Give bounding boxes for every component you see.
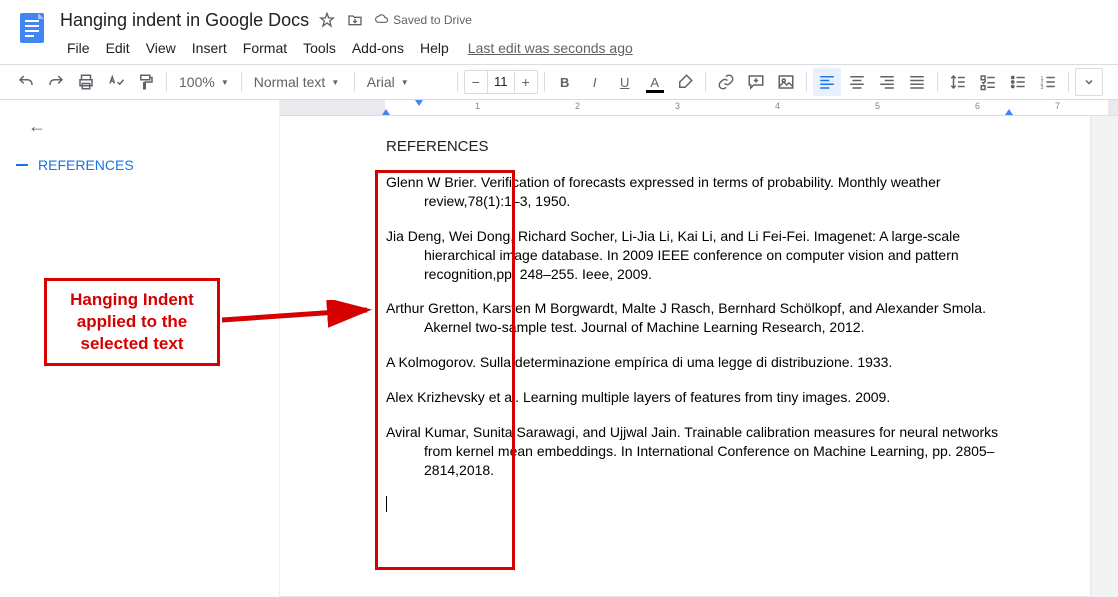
paint-format-button[interactable] <box>132 68 160 96</box>
toolbar-separator <box>457 72 458 92</box>
zoom-dropdown[interactable]: 100%▼ <box>173 68 235 96</box>
reference-entry: Arthur Gretton, Karsten M Borgwardt, Mal… <box>386 299 1018 337</box>
menu-file[interactable]: File <box>60 36 97 60</box>
align-left-button[interactable] <box>813 68 841 96</box>
reference-entry: Alex Krizhevsky et al. Learning multiple… <box>386 388 1018 407</box>
font-size-decrease-button[interactable]: − <box>465 74 487 90</box>
menu-addons[interactable]: Add-ons <box>345 36 411 60</box>
reference-entry: Jia Deng, Wei Dong, Richard Socher, Li-J… <box>386 227 1018 284</box>
document-page[interactable]: REFERENCES Glenn W Brier. Verification o… <box>280 116 1090 596</box>
toolbar-separator <box>166 72 167 92</box>
outline-item-references[interactable]: REFERENCES <box>16 151 263 179</box>
font-size-value[interactable]: 11 <box>487 71 515 93</box>
ruler-number: 5 <box>875 101 880 111</box>
menu-tools[interactable]: Tools <box>296 36 343 60</box>
print-button[interactable] <box>72 68 100 96</box>
font-size-increase-button[interactable]: + <box>515 74 537 90</box>
toolbar-separator <box>705 72 706 92</box>
line-spacing-button[interactable] <box>944 68 972 96</box>
move-folder-icon[interactable] <box>347 12 363 28</box>
ruler-number: 4 <box>775 101 780 111</box>
numbered-list-button[interactable]: 123 <box>1034 68 1062 96</box>
first-line-indent-marker-icon[interactable] <box>415 100 423 106</box>
ruler-number: 2 <box>575 101 580 111</box>
app-header: Hanging indent in Google Docs Saved to D… <box>0 0 1118 64</box>
horizontal-ruler[interactable]: 1 2 3 4 5 6 7 <box>280 100 1118 116</box>
more-tools-button[interactable] <box>1075 68 1103 96</box>
callout-text: Hanging Indent <box>53 289 211 311</box>
toolbar-separator <box>241 72 242 92</box>
callout-text: selected text <box>53 333 211 355</box>
ruler-number: 3 <box>675 101 680 111</box>
toolbar-separator <box>544 72 545 92</box>
star-icon[interactable] <box>319 12 335 28</box>
ruler-number: 6 <box>975 101 980 111</box>
left-indent-marker-icon[interactable] <box>382 109 390 115</box>
style-dropdown[interactable]: Normal text▼ <box>248 68 348 96</box>
toolbar-separator <box>937 72 938 92</box>
reference-entry: Aviral Kumar, Sunita Sarawagi, and Ujjwa… <box>386 423 1018 480</box>
document-area: 1 2 3 4 5 6 7 REFERENCES Glenn W Brier. … <box>280 100 1118 597</box>
align-center-button[interactable] <box>843 68 871 96</box>
menu-insert[interactable]: Insert <box>185 36 234 60</box>
menu-format[interactable]: Format <box>236 36 294 60</box>
font-dropdown[interactable]: Arial▼ <box>361 68 451 96</box>
reference-entry: Glenn W Brier. Verification of forecasts… <box>386 173 1018 211</box>
docs-logo-icon[interactable] <box>12 8 52 48</box>
ruler-number: 7 <box>1055 101 1060 111</box>
title-block: Hanging indent in Google Docs Saved to D… <box>60 8 1106 62</box>
callout-text: applied to the <box>53 311 211 333</box>
align-justify-button[interactable] <box>903 68 931 96</box>
outline-item-label: REFERENCES <box>38 157 134 173</box>
redo-button[interactable] <box>42 68 70 96</box>
align-right-button[interactable] <box>873 68 901 96</box>
outline-back-button[interactable]: ← <box>28 116 263 137</box>
right-indent-marker-icon[interactable] <box>1005 109 1013 115</box>
add-comment-button[interactable] <box>742 68 770 96</box>
bold-button[interactable]: B <box>551 68 579 96</box>
text-cursor <box>386 496 1018 513</box>
heading-references: REFERENCES <box>386 138 1018 155</box>
font-size-control: − 11 + <box>464 70 538 94</box>
last-edit-link[interactable]: Last edit was seconds ago <box>468 40 633 56</box>
highlight-button[interactable] <box>671 68 699 96</box>
text-color-button[interactable]: A <box>641 68 669 96</box>
document-title[interactable]: Hanging indent in Google Docs <box>60 10 309 31</box>
menu-view[interactable]: View <box>139 36 183 60</box>
italic-button[interactable]: I <box>581 68 609 96</box>
ruler-number: 1 <box>475 101 480 111</box>
toolbar-separator <box>354 72 355 92</box>
toolbar-separator <box>1068 72 1069 92</box>
toolbar: 100%▼ Normal text▼ Arial▼ − 11 + B I U A… <box>0 64 1118 100</box>
toolbar-separator <box>806 72 807 92</box>
insert-image-button[interactable] <box>772 68 800 96</box>
saved-to-drive-label: Saved to Drive <box>375 13 472 27</box>
reference-entry: A Kolmogorov. Sulla determinazione empír… <box>386 353 1018 372</box>
insert-link-button[interactable] <box>712 68 740 96</box>
bulleted-list-button[interactable] <box>1004 68 1032 96</box>
menu-help[interactable]: Help <box>413 36 456 60</box>
annotation-arrow-icon <box>222 300 382 340</box>
svg-text:3: 3 <box>1040 85 1043 91</box>
menu-edit[interactable]: Edit <box>99 36 137 60</box>
spellcheck-button[interactable] <box>102 68 130 96</box>
menu-bar: File Edit View Insert Format Tools Add-o… <box>60 34 1106 62</box>
checklist-button[interactable] <box>974 68 1002 96</box>
undo-button[interactable] <box>12 68 40 96</box>
annotation-callout: Hanging Indent applied to the selected t… <box>44 278 220 366</box>
outline-marker-icon <box>16 164 28 166</box>
underline-button[interactable]: U <box>611 68 639 96</box>
